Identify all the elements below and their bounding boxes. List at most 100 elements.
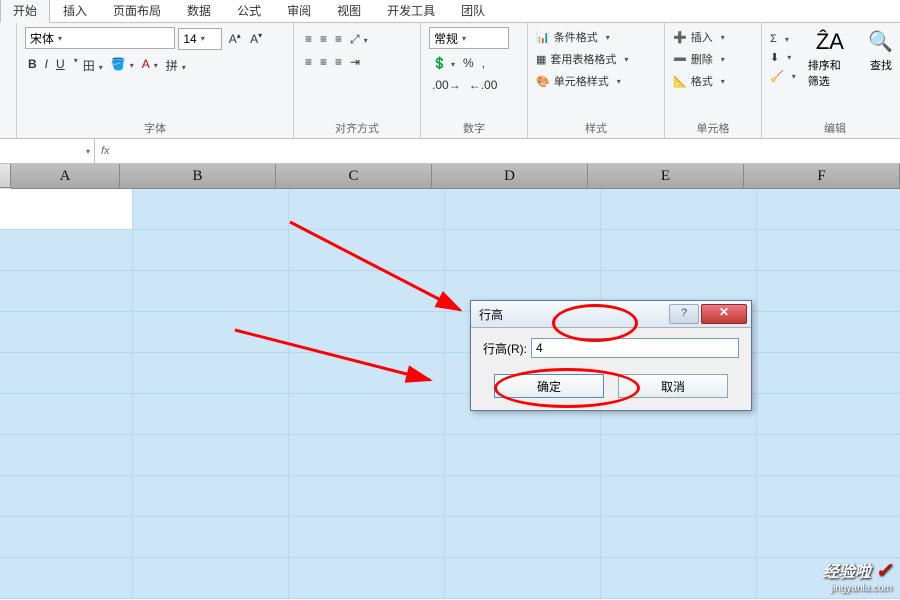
cell[interactable] (0, 558, 133, 598)
row-height-input[interactable] (531, 338, 739, 358)
tab-team[interactable]: 团队 (448, 0, 498, 22)
cell[interactable] (289, 189, 445, 229)
tab-insert[interactable]: 插入 (50, 0, 100, 22)
sort-filter-button[interactable]: ẐA 排序和筛选 (802, 27, 856, 91)
format-table-button[interactable]: ▦套用表格格式▾ (536, 49, 628, 69)
cell[interactable] (757, 476, 900, 516)
phonetic-button[interactable]: 拼▾ (163, 56, 189, 75)
cell[interactable] (445, 435, 601, 475)
cell[interactable] (757, 230, 900, 270)
cell[interactable] (601, 435, 757, 475)
align-top-button[interactable]: ≡ (302, 31, 315, 48)
align-middle-button[interactable]: ≡ (317, 31, 330, 48)
fill-button[interactable]: ⬇▾ (770, 49, 796, 66)
dialog-help-button[interactable]: ? (669, 304, 699, 324)
cell[interactable] (289, 230, 445, 270)
font-name-select[interactable]: 宋体 ▾ (25, 27, 175, 49)
column-header[interactable]: C (276, 164, 432, 188)
border-button[interactable]: 田▾ (80, 56, 106, 75)
cell[interactable] (757, 517, 900, 557)
dialog-titlebar[interactable]: 行高 ? ✕ (471, 301, 751, 328)
tab-formula[interactable]: 公式 (224, 0, 274, 22)
cell[interactable] (445, 476, 601, 516)
align-right-button[interactable]: ≡ (332, 54, 345, 70)
column-header[interactable]: E (588, 164, 744, 188)
tab-dev[interactable]: 开发工具 (374, 0, 448, 22)
cell[interactable] (133, 517, 289, 557)
cell[interactable] (601, 558, 757, 598)
cell[interactable] (0, 435, 133, 475)
cell[interactable] (133, 189, 289, 229)
font-size-select[interactable]: 14 ▾ (178, 28, 222, 50)
cell[interactable] (601, 189, 757, 229)
cell[interactable] (445, 517, 601, 557)
cell[interactable] (757, 394, 900, 434)
cell[interactable] (757, 435, 900, 475)
name-box[interactable] (0, 139, 95, 163)
cell[interactable] (757, 353, 900, 393)
cell[interactable] (601, 517, 757, 557)
format-cells-button[interactable]: 📐格式▾ (673, 71, 725, 91)
tab-review[interactable]: 审阅 (274, 0, 324, 22)
italic-button[interactable]: I (42, 56, 51, 75)
delete-cells-button[interactable]: ➖删除▾ (673, 49, 725, 69)
underline-button[interactable]: U (53, 56, 68, 75)
cell[interactable] (0, 394, 133, 434)
cell[interactable] (133, 435, 289, 475)
cancel-button[interactable]: 取消 (618, 374, 728, 398)
align-bottom-button[interactable]: ≡ (332, 31, 345, 48)
cell[interactable] (289, 271, 445, 311)
clear-button[interactable]: 🧹▾ (770, 68, 796, 85)
fill-color-button[interactable]: 🪣▾ (108, 56, 137, 75)
cell[interactable] (133, 558, 289, 598)
decrease-font-button[interactable]: A▾ (247, 31, 265, 47)
cell[interactable] (757, 271, 900, 311)
align-left-button[interactable]: ≡ (302, 54, 315, 70)
tab-home[interactable]: 开始 (0, 0, 50, 23)
column-header[interactable]: A (11, 164, 120, 188)
cell[interactable] (0, 189, 133, 229)
tab-view[interactable]: 视图 (324, 0, 374, 22)
cell[interactable] (133, 476, 289, 516)
cell[interactable] (133, 394, 289, 434)
font-color-button[interactable]: A▾ (139, 56, 161, 75)
cell[interactable] (289, 353, 445, 393)
cell[interactable] (133, 230, 289, 270)
cell[interactable] (445, 558, 601, 598)
bold-button[interactable]: B (25, 56, 40, 75)
comma-button[interactable]: , (479, 55, 488, 71)
conditional-format-button[interactable]: 📊条件格式▾ (536, 27, 628, 47)
cell[interactable] (289, 394, 445, 434)
cell[interactable] (289, 435, 445, 475)
cell[interactable] (0, 230, 133, 270)
cell[interactable] (0, 312, 133, 352)
tab-data[interactable]: 数据 (174, 0, 224, 22)
tab-layout[interactable]: 页面布局 (100, 0, 174, 22)
cell[interactable] (133, 271, 289, 311)
cell[interactable] (289, 517, 445, 557)
number-format-select[interactable]: 常规 ▾ (429, 27, 509, 49)
cell[interactable] (757, 189, 900, 229)
indent-button[interactable]: ⇥ (347, 54, 363, 70)
increase-decimal-button[interactable]: .00→ (429, 77, 464, 93)
cell[interactable] (289, 312, 445, 352)
cell[interactable] (757, 312, 900, 352)
find-button[interactable]: 🔍 查找 (862, 27, 900, 75)
percent-button[interactable]: % (460, 55, 477, 71)
dialog-close-button[interactable]: ✕ (701, 304, 747, 324)
align-center-button[interactable]: ≡ (317, 54, 330, 70)
cell[interactable] (0, 517, 133, 557)
column-header[interactable]: B (120, 164, 276, 188)
cell[interactable] (445, 230, 601, 270)
insert-cells-button[interactable]: ➕插入▾ (673, 27, 725, 47)
cell[interactable] (0, 476, 133, 516)
cell-styles-button[interactable]: 🎨单元格样式▾ (536, 71, 628, 91)
cell[interactable] (133, 312, 289, 352)
cell[interactable] (601, 476, 757, 516)
cell[interactable] (601, 230, 757, 270)
cell[interactable] (133, 353, 289, 393)
fx-icon[interactable]: fx (101, 145, 110, 157)
cell[interactable] (289, 476, 445, 516)
select-all-corner[interactable] (0, 164, 11, 188)
cell[interactable] (289, 558, 445, 598)
